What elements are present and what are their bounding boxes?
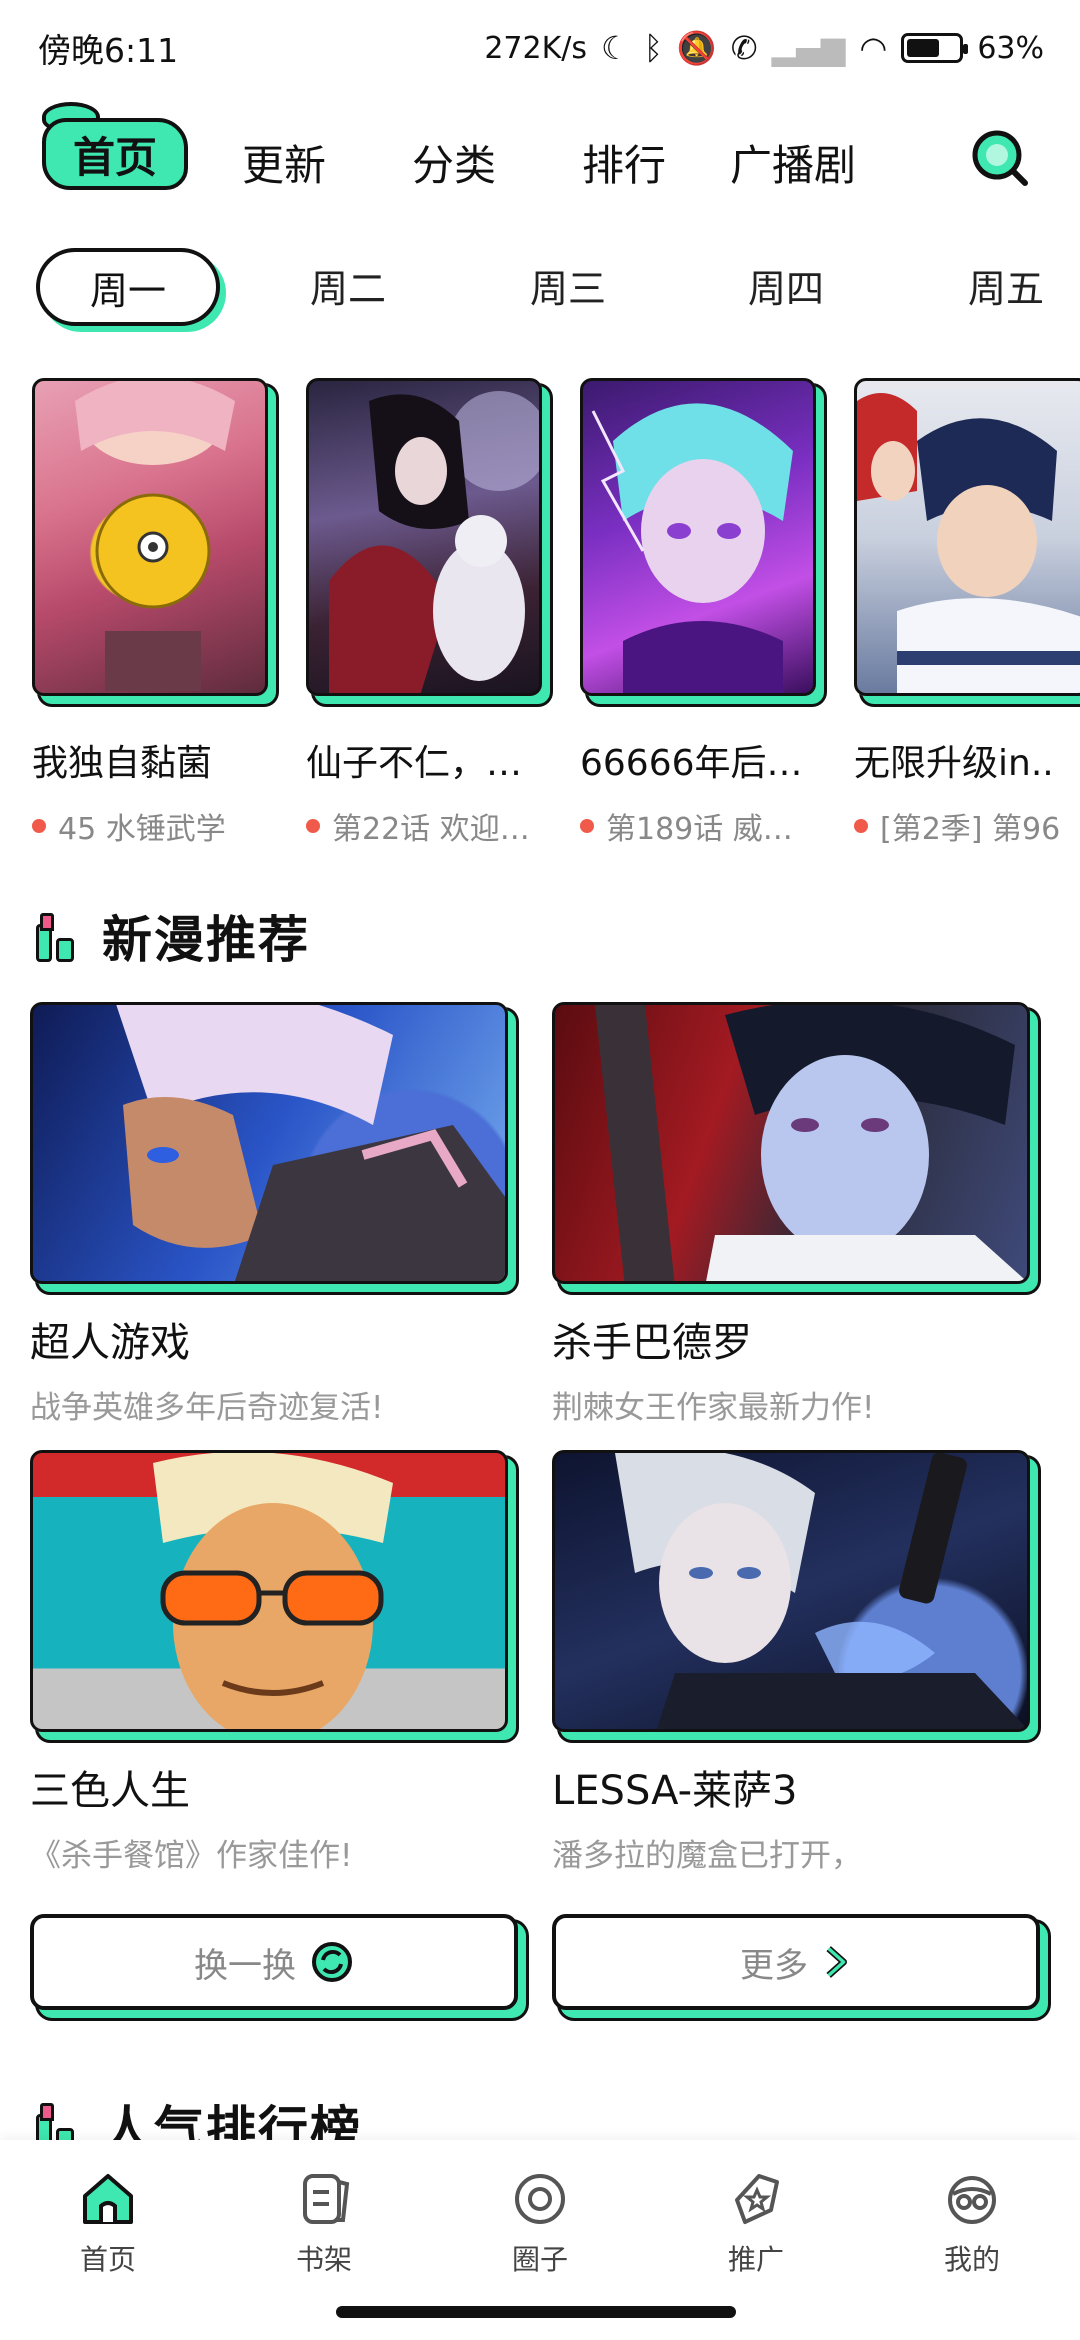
tab-circle[interactable]: 圈子 bbox=[470, 2170, 610, 2278]
comic-cover[interactable] bbox=[306, 378, 542, 696]
comic-latest-chapter: [第2季] 第96 bbox=[854, 804, 1080, 848]
recommend-card[interactable]: 三色人生 《杀手餐馆》作家佳作! bbox=[30, 1450, 508, 1875]
home-indicator[interactable] bbox=[336, 2306, 736, 2318]
update-dot bbox=[854, 819, 868, 833]
update-dot bbox=[32, 819, 46, 833]
section-title: 新漫推荐 bbox=[102, 900, 310, 972]
comic-latest-chapter: 第22话 欢迎… bbox=[306, 804, 542, 848]
comic-title: 无限升级in.. bbox=[854, 743, 1054, 784]
day-tab-thursday[interactable]: 周四 bbox=[748, 258, 824, 313]
top-nav: 首页 更新 分类 排行 广播剧 bbox=[0, 96, 1080, 216]
tab-bookshelf[interactable]: 书架 bbox=[254, 2170, 394, 2278]
recommend-cover[interactable] bbox=[552, 1002, 1030, 1284]
comic-cover[interactable] bbox=[32, 378, 268, 696]
tab-label: 我的 bbox=[943, 2243, 1000, 2276]
update-dot bbox=[580, 819, 594, 833]
day-tab-wednesday[interactable]: 周三 bbox=[530, 258, 606, 313]
circle-icon bbox=[515, 2174, 565, 2224]
tab-home[interactable]: 首页 bbox=[38, 2170, 178, 2278]
comic-card[interactable]: 我独自黏菌 45 水锤武学 bbox=[32, 378, 268, 848]
comic-cover[interactable] bbox=[580, 378, 816, 696]
chevron-right-icon bbox=[826, 1946, 847, 1978]
status-icons: 272K/s ☾ ᛒ 🔕 ✆ ▂▄▆ ◠ 63% bbox=[484, 31, 1044, 66]
comic-title: 我独自黏菌 bbox=[32, 743, 213, 784]
status-bar: 傍晚6:11 272K/s ☾ ᛒ 🔕 ✆ ▂▄▆ ◠ 63% bbox=[0, 0, 1080, 96]
day-tab-tuesday[interactable]: 周二 bbox=[310, 258, 386, 313]
recommend-desc: 潘多拉的魔盒已打开， bbox=[552, 1838, 862, 1874]
daily-comic-list: 我独自黏菌 45 水锤武学 仙子不仁，… 第22话 欢迎… 66666年后… 第… bbox=[0, 378, 1080, 848]
recommend-cover[interactable] bbox=[30, 1450, 508, 1732]
nav-tab-radio-drama[interactable]: 广播剧 bbox=[730, 132, 856, 193]
tab-label: 首页 bbox=[79, 2243, 136, 2276]
recommend-card[interactable]: LESSA-莱萨3 潘多拉的魔盒已打开， bbox=[552, 1450, 1030, 1875]
comic-title: 仙子不仁，… bbox=[306, 743, 523, 784]
comic-latest-chapter: 45 水锤武学 bbox=[32, 804, 268, 848]
net-speed: 272K/s bbox=[484, 30, 588, 66]
more-button[interactable]: 更多 bbox=[552, 1914, 1040, 2010]
bookshelf-icon bbox=[303, 2174, 350, 2224]
update-dot bbox=[306, 819, 320, 833]
day-tab-friday[interactable]: 周五 bbox=[968, 258, 1044, 313]
refresh-label: 换一换 bbox=[194, 1945, 296, 1986]
recommend-desc: 战争英雄多年后奇迹复活! bbox=[30, 1390, 384, 1426]
recommend-cover[interactable] bbox=[552, 1450, 1030, 1732]
more-label: 更多 bbox=[740, 1945, 808, 1986]
recommend-title: 杀手巴德罗 bbox=[552, 1320, 752, 1366]
tab-label: 圈子 bbox=[511, 2243, 568, 2276]
nav-tab-update[interactable]: 更新 bbox=[242, 132, 326, 193]
recommend-desc: 《杀手餐馆》作家佳作! bbox=[30, 1838, 353, 1874]
new-comics-header: 新漫推荐 bbox=[34, 900, 310, 972]
bluetooth-icon: ᛒ bbox=[643, 29, 663, 67]
recommend-desc: 荆棘女王作家最新力作! bbox=[552, 1390, 875, 1426]
status-time: 傍晚6:11 bbox=[38, 31, 179, 70]
search-icon[interactable] bbox=[968, 126, 1030, 188]
wifi-icon: ◠ bbox=[859, 29, 888, 67]
home-icon bbox=[83, 2174, 133, 2224]
battery-percent: 63% bbox=[977, 30, 1044, 66]
recommend-card[interactable]: 杀手巴德罗 荆棘女王作家最新力作! bbox=[552, 1002, 1030, 1427]
comic-card[interactable]: 无限升级in.. [第2季] 第96 bbox=[854, 378, 1080, 848]
nav-tab-home[interactable]: 首页 bbox=[42, 118, 188, 190]
tab-label: 书架 bbox=[295, 2243, 352, 2276]
refresh-icon bbox=[312, 1942, 352, 1982]
comic-latest-chapter: 第189话 威… bbox=[580, 804, 816, 848]
battery-icon bbox=[901, 33, 969, 63]
signal-icon: ▂▄▆ bbox=[771, 29, 846, 67]
recommend-title: LESSA-莱萨3 bbox=[552, 1768, 798, 1814]
promote-icon bbox=[735, 2174, 779, 2224]
mute-icon: 🔕 bbox=[676, 29, 717, 67]
comic-cover[interactable] bbox=[854, 378, 1080, 696]
recommend-card[interactable]: 超人游戏 战争英雄多年后奇迹复活! bbox=[30, 1002, 508, 1427]
moon-icon: ☾ bbox=[601, 29, 630, 67]
nav-tab-ranking[interactable]: 排行 bbox=[582, 132, 666, 193]
weekday-tabs: 周一 周二 周三 周四 周五 bbox=[0, 248, 1080, 332]
tab-label: 推广 bbox=[727, 2243, 784, 2276]
tab-promote[interactable]: 推广 bbox=[686, 2170, 826, 2278]
day-tab-monday[interactable]: 周一 bbox=[36, 248, 220, 326]
tab-profile[interactable]: 我的 bbox=[902, 2170, 1042, 2278]
comic-title: 66666年后… bbox=[580, 743, 803, 784]
profile-icon bbox=[948, 2176, 996, 2224]
nav-tab-category[interactable]: 分类 bbox=[412, 132, 496, 193]
call-off-icon: ✆ bbox=[730, 29, 758, 67]
comic-card[interactable]: 仙子不仁，… 第22话 欢迎… bbox=[306, 378, 542, 848]
comic-card[interactable]: 66666年后… 第189话 威… bbox=[580, 378, 816, 848]
recommend-cover[interactable] bbox=[30, 1002, 508, 1284]
lipstick-icon bbox=[34, 910, 78, 962]
recommend-title: 三色人生 bbox=[30, 1768, 190, 1814]
recommend-title: 超人游戏 bbox=[30, 1320, 190, 1366]
refresh-button[interactable]: 换一换 bbox=[30, 1914, 518, 2010]
